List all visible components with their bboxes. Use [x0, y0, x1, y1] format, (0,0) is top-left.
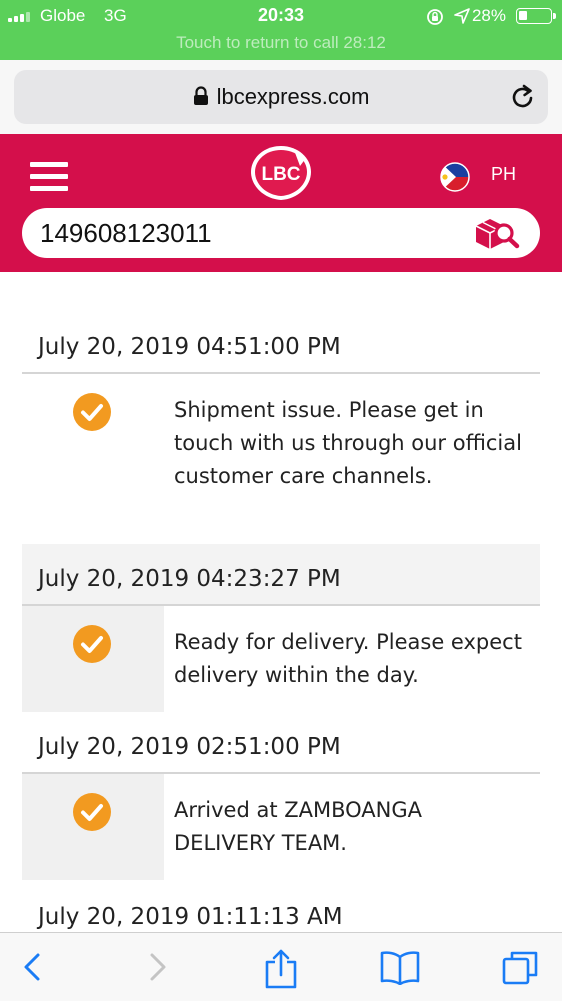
bookmarks-icon[interactable]	[380, 949, 420, 985]
track-package-icon[interactable]	[472, 214, 522, 252]
check-circle-icon	[73, 393, 111, 431]
check-circle-icon	[73, 625, 111, 663]
event-status: Shipment issue. Please get in touch with…	[174, 398, 522, 488]
browser-toolbar	[0, 932, 562, 1001]
location-arrow-icon	[454, 8, 470, 24]
status-bar: Globe 3G 20:33 28% Touch to return to ca…	[0, 0, 562, 60]
check-circle-icon	[73, 793, 111, 831]
address-bar[interactable]: lbcexpress.com	[14, 70, 548, 124]
event-status: Ready for delivery. Please expect delive…	[174, 630, 522, 687]
event-icon-cell	[22, 374, 164, 544]
tracking-search-box	[22, 208, 540, 258]
browser-address-area: lbcexpress.com	[0, 60, 562, 134]
philippines-flag-icon[interactable]	[440, 162, 470, 192]
battery-percent: 28%	[471, 6, 506, 25]
hamburger-menu-icon[interactable]	[30, 162, 68, 192]
status-row: Globe 3G 20:33 28%	[0, 4, 562, 28]
url-display[interactable]: lbcexpress.com	[14, 84, 548, 110]
reload-icon[interactable]	[510, 83, 536, 111]
back-icon[interactable]	[20, 949, 44, 985]
orientation-lock-icon	[427, 9, 443, 25]
logo-text: LBC	[261, 164, 300, 185]
lbc-logo[interactable]: LBC	[248, 144, 314, 202]
event-icon-cell	[22, 606, 164, 712]
event-date-row: July 20, 2019 02:51:00 PM	[22, 712, 540, 774]
event-status: Arrived at ZAMBOANGA DELIVERY TEAM.	[174, 798, 423, 855]
forward-icon[interactable]	[146, 949, 170, 985]
event-icon-cell	[22, 774, 164, 880]
event-datetime: July 20, 2019 02:51:00 PM	[38, 734, 341, 760]
site-header: LBC PH	[0, 134, 562, 272]
tracking-number-input[interactable]	[40, 217, 460, 249]
event-datetime: July 20, 2019 01:11:13 AM	[38, 904, 343, 930]
return-to-call-banner[interactable]: Touch to return to call 28:12	[0, 33, 562, 53]
padlock-icon	[193, 86, 208, 105]
share-icon[interactable]	[264, 949, 298, 989]
event-datetime: July 20, 2019 04:23:27 PM	[38, 566, 341, 592]
event-date-row: July 20, 2019 04:23:27 PM	[22, 544, 540, 606]
tabs-icon[interactable]	[502, 949, 540, 987]
event-entry: Ready for delivery. Please expect delive…	[22, 606, 540, 712]
event-entry: Arrived at ZAMBOANGA DELIVERY TEAM.	[22, 774, 540, 880]
url-text: lbcexpress.com	[216, 84, 370, 109]
event-datetime: July 20, 2019 04:51:00 PM	[38, 334, 341, 360]
country-code[interactable]: PH	[491, 164, 516, 185]
battery-level	[519, 11, 527, 20]
event-entry: Shipment issue. Please get in touch with…	[22, 374, 540, 544]
battery-icon	[516, 8, 556, 24]
event-date-row: July 20, 2019 04:51:00 PM	[22, 312, 540, 374]
